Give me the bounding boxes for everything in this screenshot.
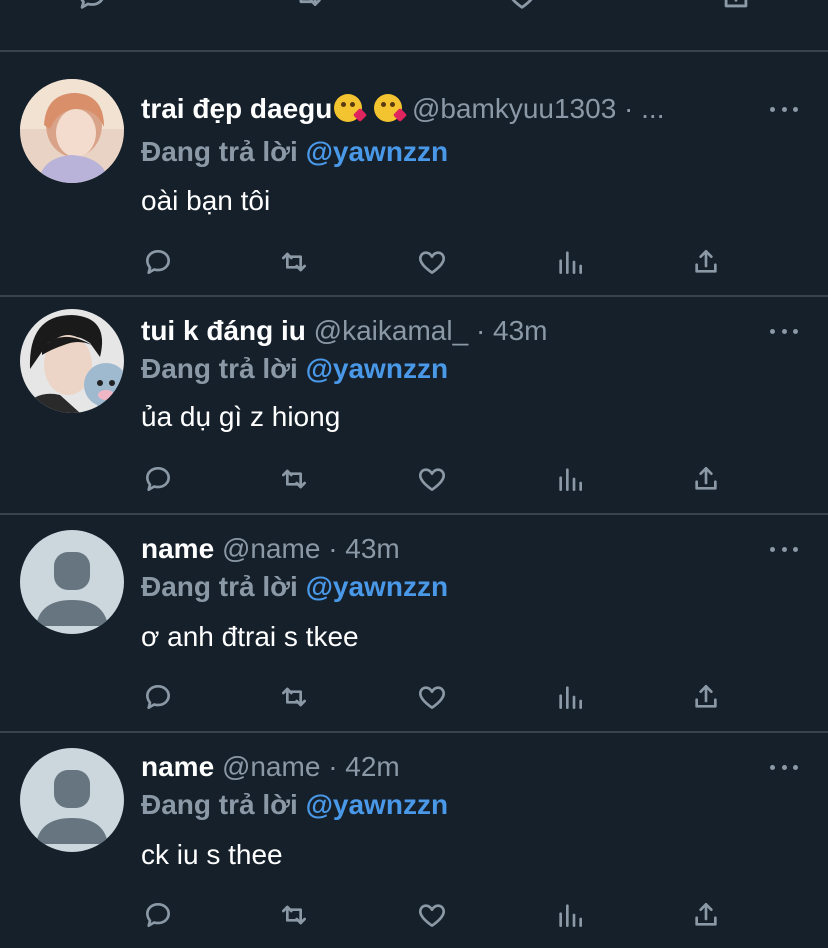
reply-icon[interactable] [138,677,178,717]
avatar[interactable] [20,309,124,413]
share-icon[interactable] [686,459,726,499]
timestamp[interactable]: · ... [624,93,664,124]
share-icon[interactable] [716,0,756,16]
face-blowing-kiss-icon [334,94,368,123]
display-name[interactable]: tui k đáng iu [141,315,306,346]
handle[interactable]: @bamkyuu1303 [412,93,616,124]
retweet-icon[interactable] [288,0,328,16]
reply-context: Đang trả lời @yawnzzn [141,567,448,607]
reply-icon[interactable] [138,895,178,935]
like-icon[interactable] [502,0,542,16]
display-name[interactable]: name [141,751,214,782]
more-options-icon[interactable] [770,539,798,559]
retweet-icon[interactable] [274,459,314,499]
like-icon[interactable] [412,895,452,935]
tweet-text: ủa dụ gì z hiong [141,401,341,432]
timestamp[interactable]: · 42m [328,751,400,782]
handle[interactable]: @name [222,751,320,782]
reply-mention[interactable]: @yawnzzn [306,136,448,167]
display-name[interactable]: name [141,533,214,564]
reply-context: Đang trả lời @yawnzzn [141,132,448,172]
retweet-icon[interactable] [274,895,314,935]
avatar[interactable] [20,79,124,183]
reply-context: Đang trả lời @yawnzzn [141,785,448,825]
tweet-header: name @name · 42m [141,747,761,787]
more-options-icon[interactable] [770,99,798,119]
tweet-text: oài bạn tôi [141,185,271,216]
tweet[interactable]: tui k đáng iu @kaikamal_ · 43m Đang trả … [0,297,828,513]
like-icon[interactable] [412,677,452,717]
tweet-header: trai đẹp daegu @bamkyuu1303 · ... [141,89,761,129]
tweet-text: ơ anh đtrai s tkee [141,621,359,652]
timestamp[interactable]: · 43m [476,315,548,346]
reply-mention[interactable]: @yawnzzn [306,571,448,602]
reply-prefix: Đang trả lời [141,789,298,820]
display-name[interactable]: trai đẹp daegu [141,93,332,124]
retweet-icon[interactable] [274,677,314,717]
timestamp[interactable]: · 43m [328,533,400,564]
reply-context: Đang trả lời @yawnzzn [141,349,448,389]
handle[interactable]: @name [222,533,320,564]
avatar[interactable] [20,748,124,852]
more-options-icon[interactable] [770,757,798,777]
analytics-icon[interactable] [550,242,590,282]
share-icon[interactable] [686,242,726,282]
previous-tweet-actions [0,0,828,26]
reply-prefix: Đang trả lời [141,136,298,167]
share-icon[interactable] [686,677,726,717]
tweet-header: tui k đáng iu @kaikamal_ · 43m [141,311,761,351]
avatar[interactable] [20,530,124,634]
reply-mention[interactable]: @yawnzzn [306,789,448,820]
like-icon[interactable] [412,459,452,499]
reply-thread: trai đẹp daegu @bamkyuu1303 · ... Đang t… [0,0,828,948]
tweet[interactable]: trai đẹp daegu @bamkyuu1303 · ... Đang t… [0,52,828,295]
reply-prefix: Đang trả lời [141,571,298,602]
reply-icon[interactable] [138,459,178,499]
handle[interactable]: @kaikamal_ [314,315,468,346]
face-blowing-kiss-icon [374,94,408,123]
reply-icon[interactable] [138,242,178,282]
tweet-header: name @name · 43m [141,529,761,569]
reply-prefix: Đang trả lời [141,353,298,384]
like-icon[interactable] [412,242,452,282]
retweet-icon[interactable] [274,242,314,282]
analytics-icon[interactable] [550,459,590,499]
reply-mention[interactable]: @yawnzzn [306,353,448,384]
more-options-icon[interactable] [770,321,798,341]
analytics-icon[interactable] [550,895,590,935]
tweet[interactable]: name @name · 43m Đang trả lời @yawnzzn ơ… [0,515,828,731]
tweet[interactable]: name @name · 42m Đang trả lời @yawnzzn c… [0,733,828,948]
share-icon[interactable] [686,895,726,935]
tweet-text: ck iu s thee [141,839,283,870]
analytics-icon[interactable] [550,677,590,717]
reply-icon[interactable] [72,0,112,16]
